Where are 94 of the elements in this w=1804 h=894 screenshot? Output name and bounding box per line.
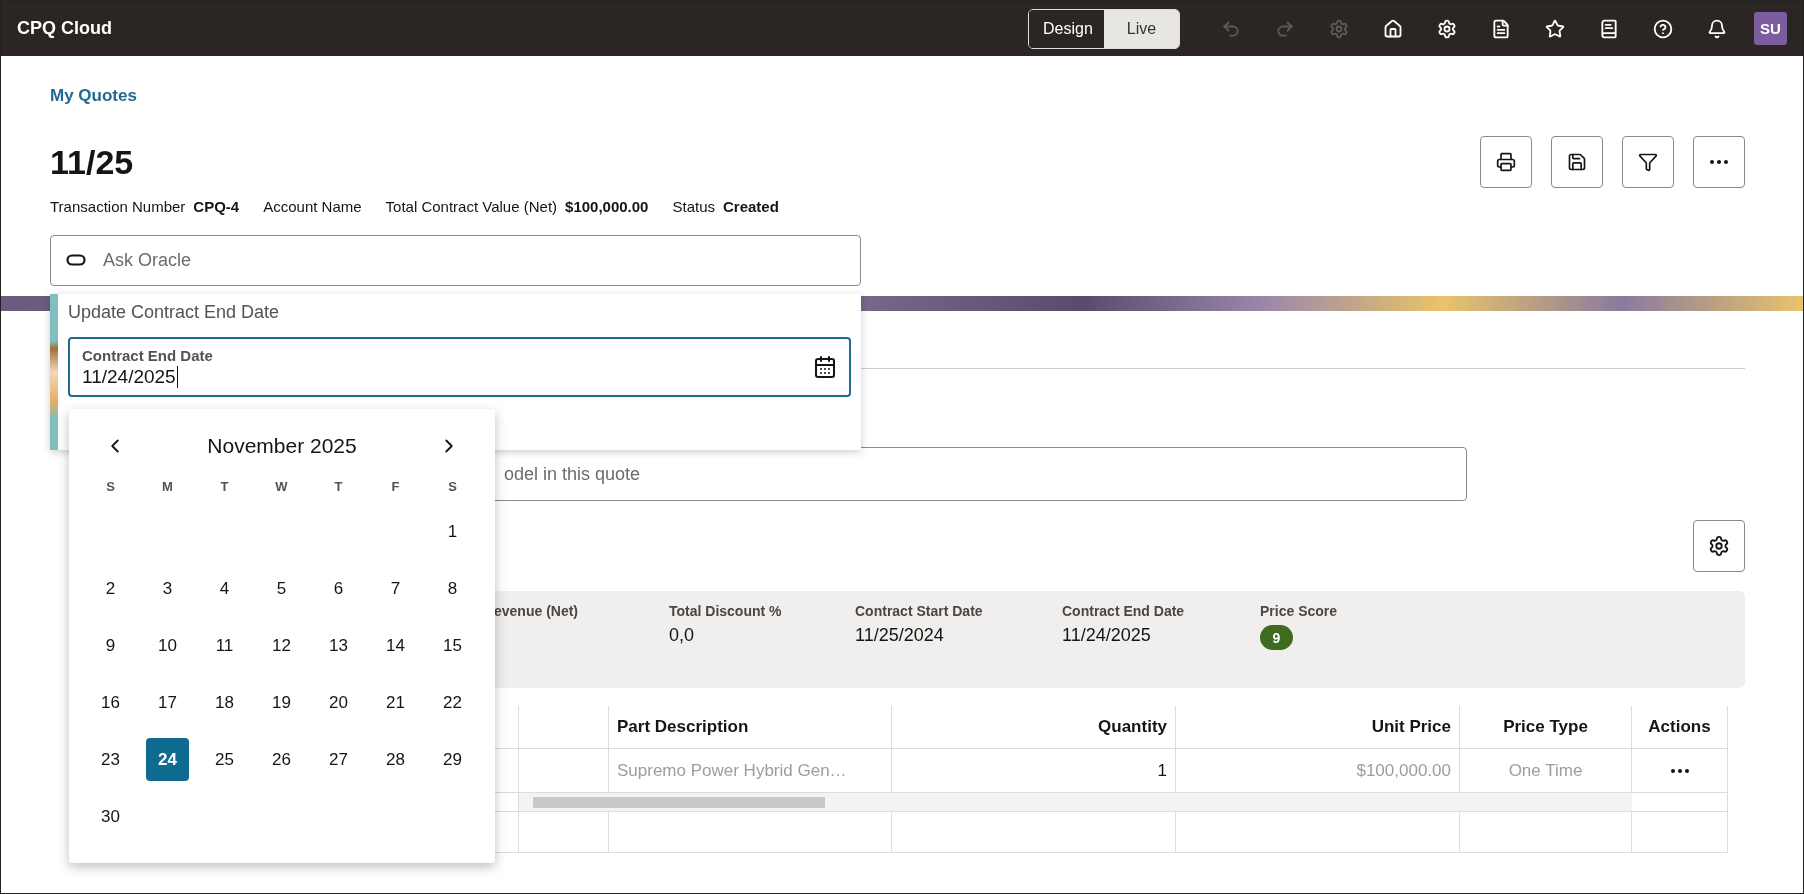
calendar-day[interactable]: 23: [89, 738, 132, 781]
field-label: Total Contract Value (Net): [385, 198, 558, 215]
field-value: Created: [723, 198, 779, 215]
save-icon: [1567, 152, 1587, 172]
calendar-day[interactable]: 14: [374, 624, 417, 667]
field-value: 11/24/2025: [82, 365, 178, 388]
month-title: November 2025: [207, 434, 357, 458]
weekday-label: S: [105, 477, 116, 496]
calendar-day[interactable]: 24: [146, 738, 189, 781]
date-field[interactable]: Contract End Date 11/24/2025: [68, 337, 851, 397]
summary-value: 11/25/2024: [855, 625, 945, 646]
settings-icon: [1329, 18, 1349, 39]
calendar-day[interactable]: 27: [317, 738, 360, 781]
weekday-label: F: [390, 477, 401, 496]
calendar-day[interactable]: 12: [260, 624, 303, 667]
redo-icon: [1275, 18, 1295, 39]
field-label: Transaction Number: [50, 198, 186, 215]
summary-label: Contract Start Date: [855, 603, 984, 619]
calendar-day[interactable]: 1: [431, 510, 474, 553]
calendar-day[interactable]: 21: [374, 681, 417, 724]
mode-toggle-button[interactable]: Live: [1104, 9, 1179, 48]
printer-icon: [1496, 152, 1516, 172]
calendar-day[interactable]: 4: [203, 567, 246, 610]
calendar-day[interactable]: 2: [89, 567, 132, 610]
calendar-day[interactable]: 13: [317, 624, 360, 667]
calendar-day[interactable]: 9: [89, 624, 132, 667]
more-button[interactable]: [1693, 136, 1745, 188]
settings-icon: [1708, 535, 1730, 557]
calendar-icon[interactable]: [813, 355, 837, 379]
column-header: Unit Price: [1176, 706, 1460, 749]
weekday-label: W: [274, 477, 289, 496]
breadcrumb-link[interactable]: My Quotes: [50, 86, 137, 106]
weekday-label: T: [333, 477, 344, 496]
filter-button[interactable]: [1622, 136, 1674, 188]
popup-title: Update Contract End Date: [68, 302, 281, 323]
weekday-label: S: [447, 477, 458, 496]
field-label: Contract End Date: [82, 346, 214, 364]
more-icon: [1670, 768, 1689, 773]
calendar-day[interactable]: 25: [203, 738, 246, 781]
calendar-day[interactable]: 11: [203, 624, 246, 667]
document-icon: [1491, 18, 1511, 39]
funnel-icon: [1638, 152, 1658, 172]
quote-title: 11/25: [50, 142, 134, 182]
help-icon: [1653, 18, 1673, 39]
calendar-day[interactable]: 19: [260, 681, 303, 724]
save-button[interactable]: [1551, 136, 1603, 188]
user-avatar[interactable]: SU: [1754, 12, 1787, 45]
calendar-day[interactable]: 17: [146, 681, 189, 724]
calendar-day[interactable]: 10: [146, 624, 189, 667]
calendar-day[interactable]: 16: [89, 681, 132, 724]
field-label: Account Name: [263, 198, 362, 215]
oracle-icon: [66, 254, 86, 266]
column-header: Quantity: [892, 706, 1176, 749]
summary-value: 11/24/2025: [1062, 625, 1152, 646]
more-icon: [1710, 160, 1728, 164]
home-icon: [1383, 18, 1403, 39]
calendar-day[interactable]: 29: [431, 738, 474, 781]
calendar-day[interactable]: 6: [317, 567, 360, 610]
summary-label: evenue (Net): [494, 603, 580, 619]
settings-button[interactable]: [1693, 520, 1745, 572]
column-header: Price Type: [1460, 706, 1632, 749]
calendar-day[interactable]: 28: [374, 738, 417, 781]
star-icon: [1545, 18, 1565, 39]
notifications-icon: [1707, 18, 1727, 39]
print-button[interactable]: [1480, 136, 1532, 188]
weekday-label: T: [219, 477, 230, 496]
calendar-day[interactable]: 26: [260, 738, 303, 781]
calendar-day[interactable]: 22: [431, 681, 474, 724]
ask-field[interactable]: Ask Oracle: [50, 235, 861, 286]
settings-icon: [1437, 18, 1457, 39]
summary-value: 0,0: [669, 625, 696, 646]
calendar-day[interactable]: 7: [374, 567, 417, 610]
column-header: Actions: [1632, 706, 1728, 749]
column-header: Part Description: [609, 706, 892, 749]
field-value: CPQ-4: [193, 198, 240, 215]
calendar-day[interactable]: 15: [431, 624, 474, 667]
score-badge: 9: [1260, 625, 1293, 650]
summary-label: Price Score: [1260, 603, 1339, 619]
calendar-day[interactable]: 20: [317, 681, 360, 724]
horizontal-scrollbar[interactable]: [519, 793, 1632, 812]
undo-icon: [1221, 18, 1241, 39]
app-title: CPQ Cloud: [17, 18, 113, 39]
scrollbar-thumb[interactable]: [533, 796, 825, 808]
calendar-day[interactable]: 18: [203, 681, 246, 724]
calendar-day[interactable]: 30: [89, 795, 132, 838]
field-label: Status: [672, 198, 715, 215]
summary-label: Contract End Date: [1062, 603, 1186, 619]
book-icon: [1599, 18, 1619, 39]
weekday-label: M: [161, 477, 174, 496]
calendar-day[interactable]: 8: [431, 567, 474, 610]
summary-label: Total Discount %: [669, 603, 783, 619]
calendar-day[interactable]: 3: [146, 567, 189, 610]
field-value: $100,000.00: [565, 198, 649, 215]
calendar-day[interactable]: 5: [260, 567, 303, 610]
